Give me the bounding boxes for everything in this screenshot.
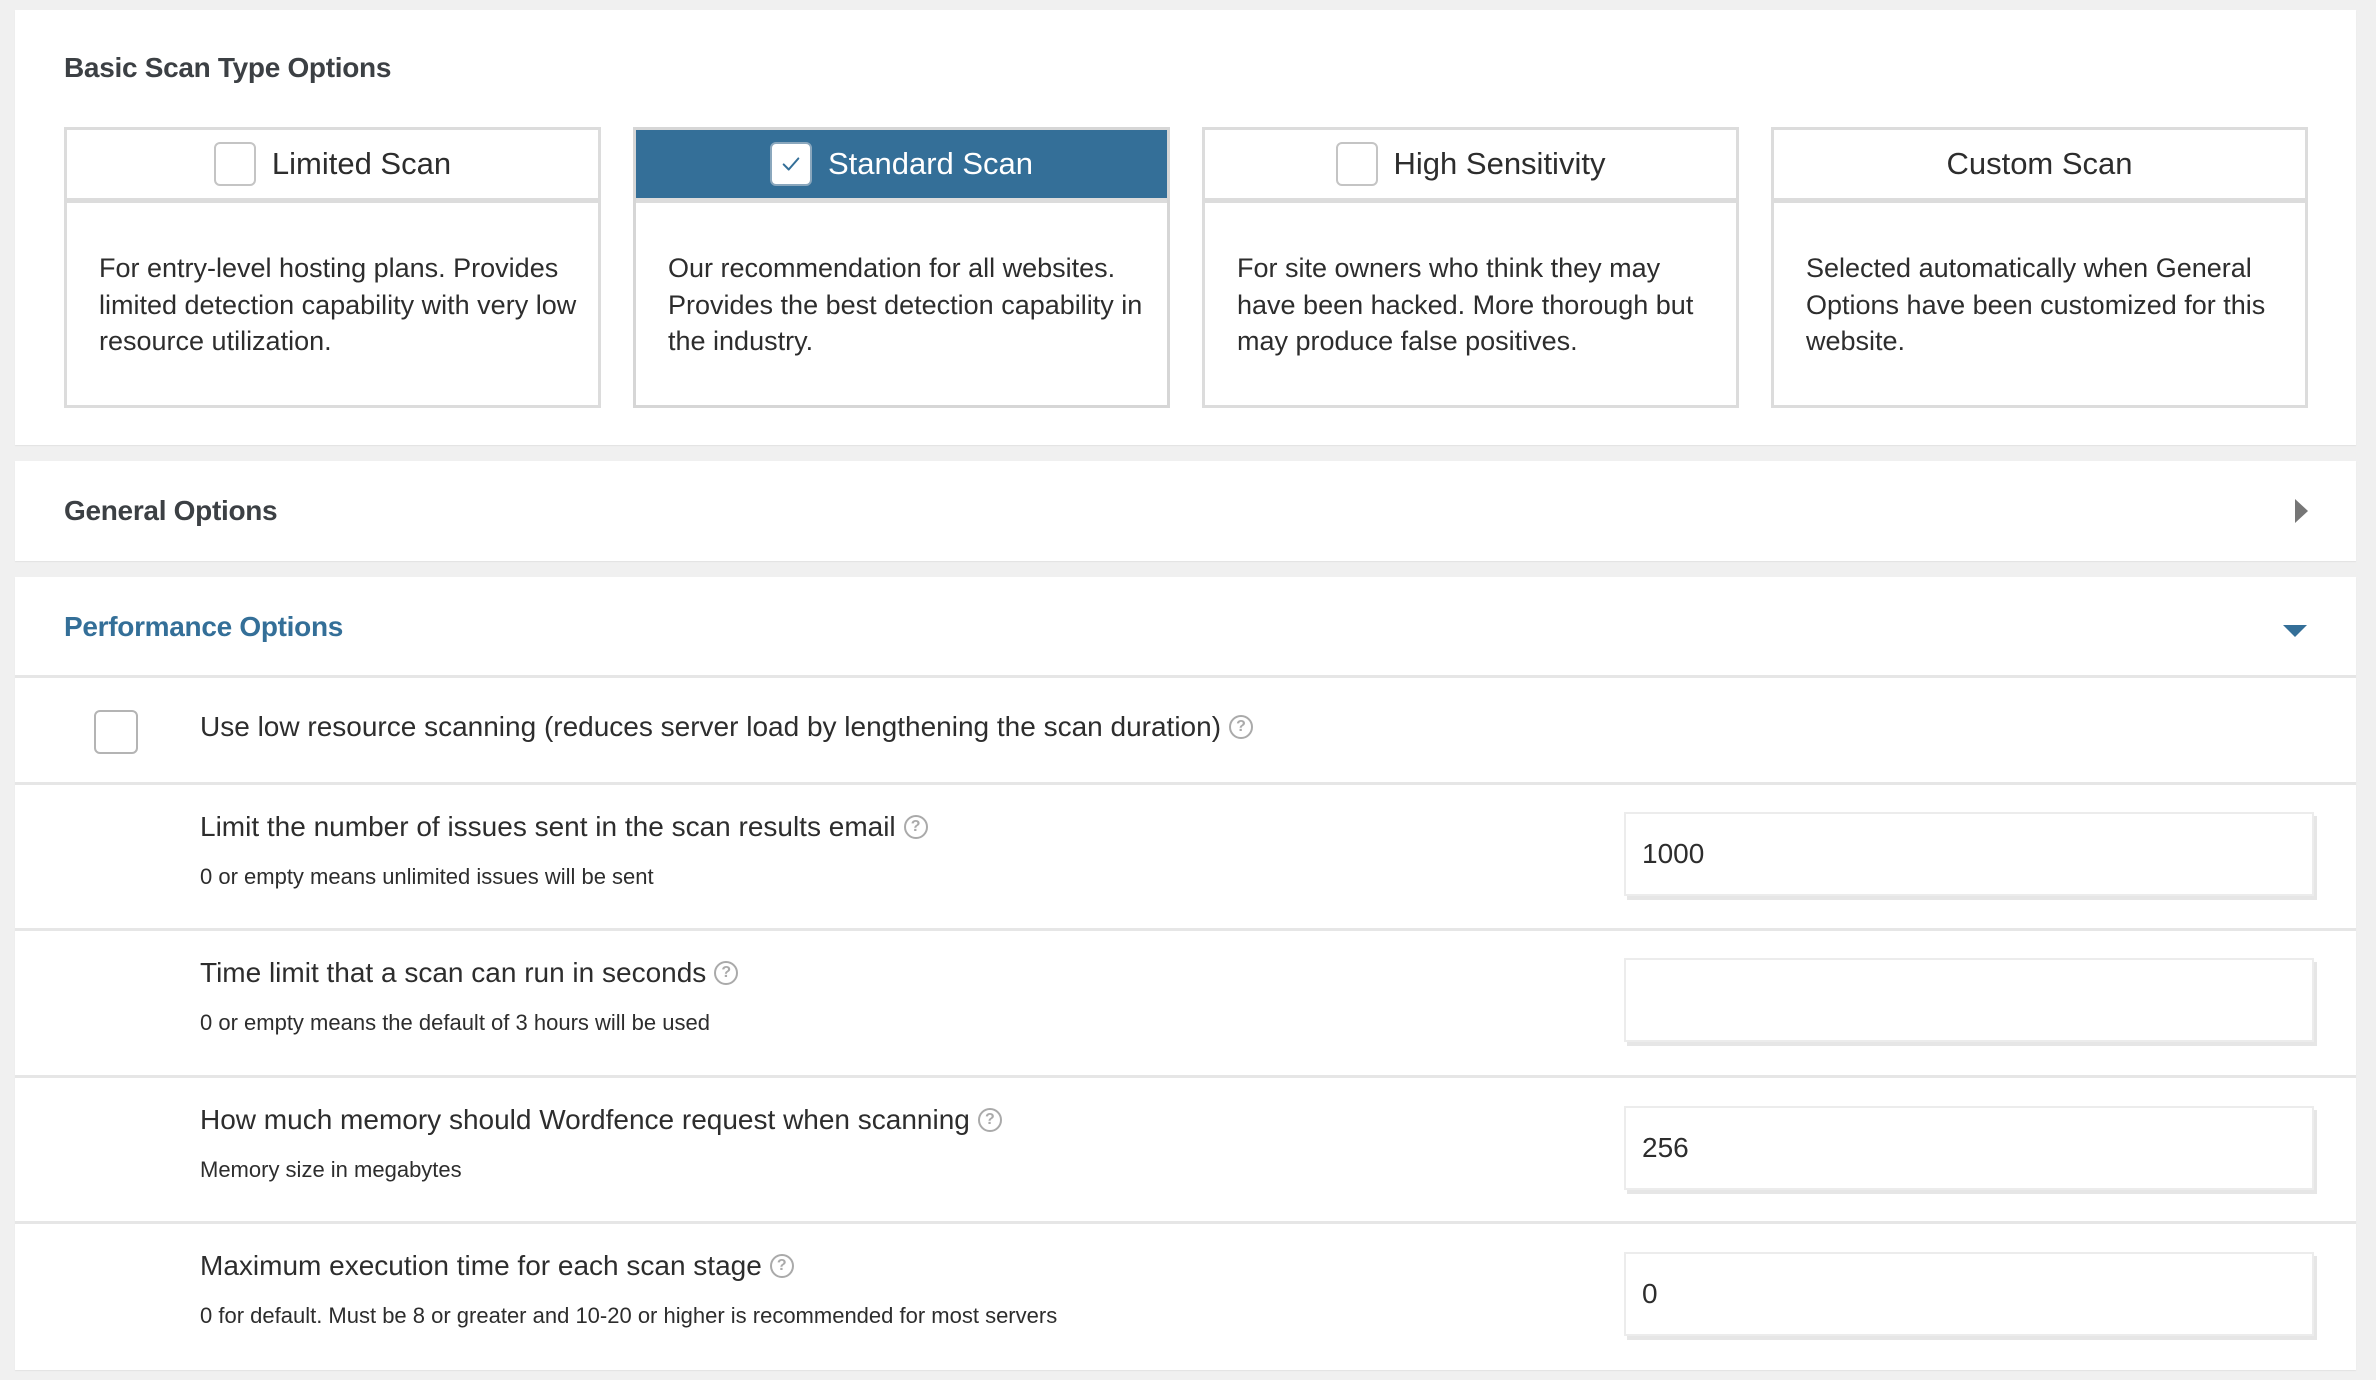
scan-card-description: Selected automatically when General Opti… (1806, 253, 2266, 356)
checkmark-icon (782, 157, 800, 171)
max-execution-input[interactable] (1624, 1252, 2314, 1336)
option-row-time-limit: Time limit that a scan can run in second… (15, 931, 2356, 1078)
help-icon[interactable]: ? (769, 1254, 794, 1278)
low-resource-scanning-checkbox[interactable] (94, 710, 138, 754)
help-icon[interactable]: ? (903, 815, 928, 839)
scan-card-description: For entry-level hosting plans. Provides … (99, 253, 577, 356)
limited-scan-checkbox[interactable] (213, 142, 256, 186)
memory-label: How much memory should Wordfence request… (200, 1104, 970, 1135)
performance-options-header[interactable]: Performance Options (15, 577, 2356, 678)
high-sensitivity-checkbox[interactable] (1335, 142, 1378, 186)
time-limit-input[interactable] (1624, 958, 2314, 1042)
option-row-max-execution: Maximum execution time for each scan sta… (15, 1224, 2356, 1370)
option-row-issue-limit: Limit the number of issues sent in the s… (15, 785, 2356, 931)
performance-options-title[interactable]: Performance Options (64, 611, 343, 643)
scan-card-label: Custom Scan (1946, 146, 2133, 181)
option-row-memory: How much memory should Wordfence request… (15, 1078, 2356, 1224)
scan-card-standard[interactable]: Standard Scan Our recommendation for all… (633, 127, 1170, 408)
scan-card-standard-header[interactable]: Standard Scan (636, 130, 1167, 203)
caret-right-icon[interactable] (2295, 499, 2308, 523)
option-label: Time limit that a scan can run in second… (200, 957, 739, 989)
scan-card-custom-header[interactable]: Custom Scan (1774, 130, 2305, 203)
option-description: 0 for default. Must be 8 or greater and … (200, 1303, 1058, 1328)
option-description: Memory size in megabytes (200, 1157, 462, 1182)
low-resource-label: Use low resource scanning (reduces serve… (200, 711, 1222, 742)
issue-limit-label: Limit the number of issues sent in the s… (200, 811, 896, 842)
option-label: How much memory should Wordfence request… (200, 1104, 1002, 1136)
help-icon[interactable]: ? (714, 961, 739, 985)
scan-card-label: High Sensitivity (1393, 146, 1606, 181)
option-label: Use low resource scanning (reduces serve… (200, 711, 1254, 743)
memory-input[interactable] (1624, 1106, 2314, 1190)
option-label: Maximum execution time for each scan sta… (200, 1250, 794, 1282)
time-limit-label: Time limit that a scan can run in second… (200, 957, 707, 988)
general-options-title[interactable]: General Options (64, 495, 278, 527)
standard-scan-checkbox[interactable] (769, 142, 812, 186)
max-execution-label: Maximum execution time for each scan sta… (200, 1250, 762, 1281)
option-label: Limit the number of issues sent in the s… (200, 811, 928, 843)
help-icon[interactable]: ? (977, 1108, 1002, 1132)
issue-limit-input[interactable] (1624, 812, 2314, 896)
caret-down-icon[interactable] (2283, 625, 2307, 637)
scan-card-high-sensitivity-header[interactable]: High Sensitivity (1205, 130, 1736, 203)
option-description: 0 or empty means the default of 3 hours … (200, 1010, 710, 1035)
scan-card-limited[interactable]: Limited Scan For entry-level hosting pla… (64, 127, 601, 408)
scan-card-high-sensitivity[interactable]: High Sensitivity For site owners who thi… (1202, 127, 1739, 408)
general-options-panel[interactable]: General Options (15, 461, 2356, 561)
scan-card-label: Standard Scan (827, 146, 1034, 181)
scan-card-description: For site owners who think they may have … (1237, 253, 1694, 356)
scan-card-limited-header[interactable]: Limited Scan (67, 130, 598, 203)
performance-options-panel: Performance Options Use low resource sca… (15, 577, 2356, 1370)
scan-card-description: Our recommendation for all websites. Pro… (668, 253, 1143, 356)
scan-card-custom[interactable]: Custom Scan Selected automatically when … (1771, 127, 2308, 408)
option-description: 0 or empty means unlimited issues will b… (200, 864, 654, 889)
option-row-low-resource: Use low resource scanning (reduces serve… (15, 678, 2356, 785)
basic-scan-type-title: Basic Scan Type Options (64, 52, 392, 83)
basic-scan-type-panel: Basic Scan Type Options Limited Scan For… (15, 10, 2356, 445)
help-icon[interactable]: ? (1229, 715, 1254, 739)
scan-card-label: Limited Scan (271, 146, 452, 181)
